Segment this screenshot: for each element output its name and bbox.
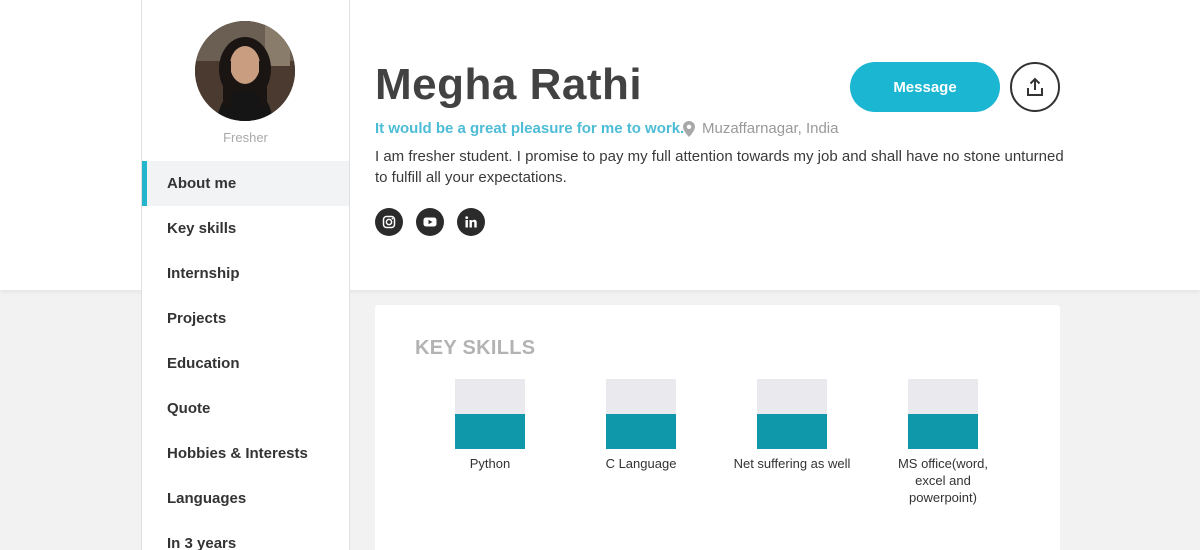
sidebar-item-in-3-years[interactable]: In 3 years (142, 521, 349, 550)
skill-item: MS office(word, excel and powerpoint) (868, 379, 1018, 506)
sidebar-item-internship[interactable]: Internship (142, 251, 349, 296)
skill-level-bar (455, 379, 525, 449)
profile-bio: I am fresher student. I promise to pay m… (375, 148, 1064, 186)
skill-level-bar (908, 379, 978, 449)
skill-item: C Language (566, 379, 716, 472)
sidebar-item-quote[interactable]: Quote (142, 386, 349, 431)
skill-label: MS office(word, excel and powerpoint) (897, 456, 989, 505)
profile-tagline: It would be a great pleasure for me to w… (375, 120, 685, 137)
youtube-icon[interactable] (416, 208, 444, 236)
sidebar-item-languages[interactable]: Languages (142, 476, 349, 521)
skill-label: C Language (605, 456, 677, 471)
skill-level-fill (606, 414, 676, 449)
sidebar-item-about-me[interactable]: About me (142, 161, 349, 206)
sidebar-item-projects[interactable]: Projects (142, 296, 349, 341)
social-links (375, 208, 485, 236)
skill-label: Python (469, 456, 511, 471)
skill-level-fill (757, 414, 827, 449)
message-button[interactable]: Message (850, 62, 1000, 112)
share-icon (1027, 77, 1043, 96)
key-skills-title: KEY SKILLS (415, 337, 536, 359)
sidebar-item-hobbies[interactable]: Hobbies & Interests (142, 431, 349, 476)
avatar-photo (195, 21, 295, 121)
status-label: Fresher (223, 130, 268, 145)
skill-level-fill (455, 414, 525, 449)
location-pin-icon (683, 120, 695, 137)
avatar (195, 21, 295, 121)
sidebar-item-education[interactable]: Education (142, 341, 349, 386)
sidebar-item-key-skills[interactable]: Key skills (142, 206, 349, 251)
instagram-icon[interactable] (375, 208, 403, 236)
key-skills-card: KEY SKILLS Python C Language Net sufferi… (375, 305, 1060, 550)
skill-label: Net suffering as well (733, 456, 851, 471)
sidebar: Fresher About me Key skills Internship P… (141, 0, 350, 550)
location-text: Muzaffarnagar, India (702, 120, 839, 137)
profile-name: Megha Rathi (375, 60, 643, 109)
skill-item: Python (415, 379, 565, 472)
profile-location: Muzaffarnagar, India (683, 120, 838, 137)
skill-item: Net suffering as well (717, 379, 867, 472)
linkedin-icon[interactable] (457, 208, 485, 236)
sidebar-nav: About me Key skills Internship Projects … (142, 161, 349, 550)
skill-level-bar (606, 379, 676, 449)
skill-level-bar (757, 379, 827, 449)
skill-level-fill (908, 414, 978, 449)
share-button[interactable] (1010, 62, 1060, 112)
